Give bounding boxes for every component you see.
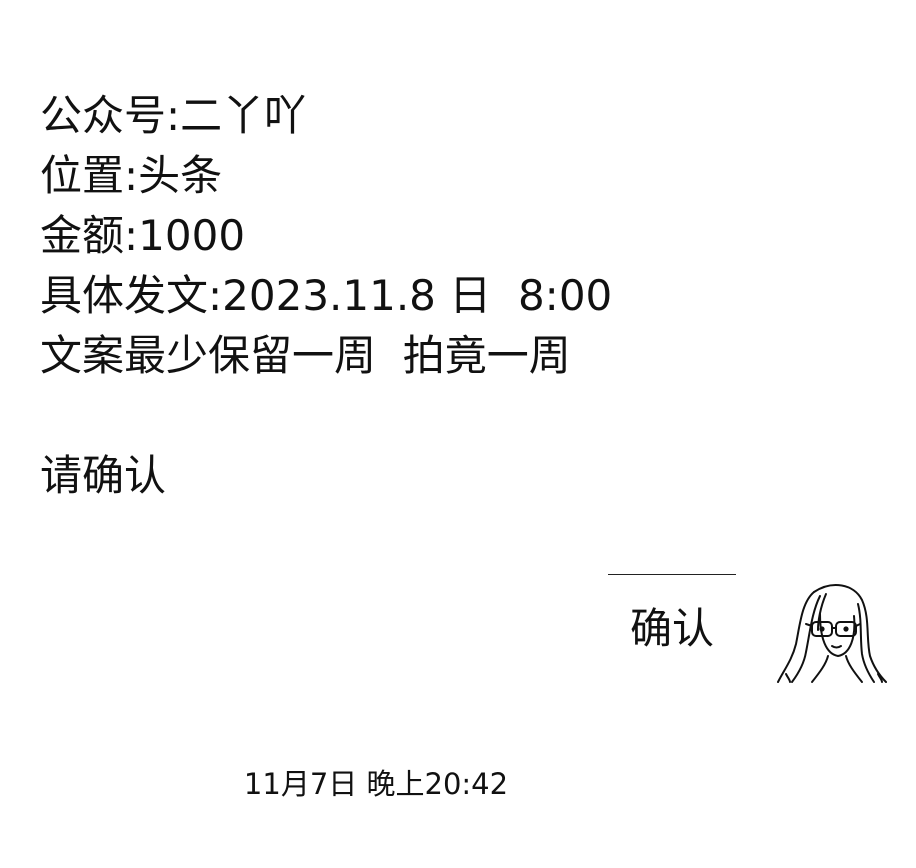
girl-with-glasses-avatar-icon[interactable] xyxy=(774,578,888,686)
message-line-account: 公众号:二丫吖 xyxy=(40,91,307,140)
message-line-amount: 金额:1000 xyxy=(40,211,246,260)
message-line-retention: 文案最少保留一周 拍竟一周 xyxy=(40,331,571,380)
message-line-confirm-prompt: 请确认 xyxy=(40,451,167,500)
sent-message-text: 确认 xyxy=(629,604,714,653)
avatar-drawing xyxy=(777,584,887,683)
message-timestamp: 11月7日 晚上20:42 xyxy=(243,767,509,801)
message-line-publish-time: 具体发文:2023.11.8 日 8:00 xyxy=(40,271,613,320)
reply-bubble-top-edge xyxy=(608,574,736,575)
received-message: 公众号:二丫吖 位置:头条 金额:1000 具体发文:2023.11.8 日 8… xyxy=(40,86,740,506)
sent-message-bubble[interactable]: 确认 xyxy=(608,596,736,662)
message-line-position: 位置:头条 xyxy=(40,151,223,200)
